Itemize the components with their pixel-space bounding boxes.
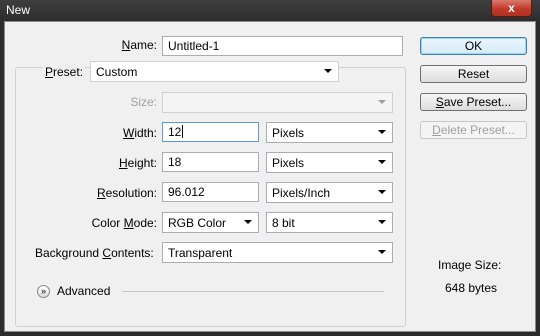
height-unit-value: Pixels <box>272 156 305 170</box>
image-size-value: 648 bytes <box>445 281 498 295</box>
text-cursor <box>182 125 184 138</box>
width-label: Width: <box>122 126 157 140</box>
window-title: New <box>6 3 31 17</box>
dialog-body: Name: Untitled-1 Preset: Custom Size: Wi… <box>4 21 536 332</box>
chevron-down-icon <box>378 160 386 164</box>
chevron-down-icon <box>378 130 386 134</box>
width-value: 12 <box>168 125 182 139</box>
delete-preset-button: Delete Preset... <box>420 121 527 139</box>
chevron-double-down-icon[interactable]: » <box>37 285 50 298</box>
resolution-unit-value: Pixels/Inch <box>272 186 331 200</box>
background-contents-value: Transparent <box>168 246 233 260</box>
color-mode-select[interactable]: RGB Color <box>162 212 259 233</box>
name-label: Name: <box>121 38 157 52</box>
width-unit-value: Pixels <box>272 126 305 140</box>
name-field[interactable]: Untitled-1 <box>162 36 403 56</box>
close-button[interactable]: x <box>491 0 532 17</box>
chevron-down-icon <box>324 69 332 73</box>
resolution-field[interactable]: 96.012 <box>162 182 259 202</box>
advanced-divider <box>122 291 384 292</box>
size-label: Size: <box>130 95 157 109</box>
resolution-unit-select[interactable]: Pixels/Inch <box>266 182 393 203</box>
chevron-down-icon <box>378 190 386 194</box>
advanced-label[interactable]: Advanced <box>57 284 110 298</box>
title-bar[interactable]: New x <box>0 0 540 20</box>
width-field[interactable]: 12 <box>162 122 259 142</box>
width-unit-select[interactable]: Pixels <box>266 122 393 143</box>
height-unit-select[interactable]: Pixels <box>266 152 393 173</box>
reset-button[interactable]: Reset <box>420 65 527 83</box>
background-contents-select[interactable]: Transparent <box>162 242 393 263</box>
preset-label: Preset: <box>43 65 86 79</box>
bit-depth-select[interactable]: 8 bit <box>266 212 393 233</box>
background-contents-label: Background Contents: <box>35 246 154 260</box>
height-label: Height: <box>118 156 157 170</box>
color-mode-value: RGB Color <box>168 216 227 230</box>
size-select[interactable] <box>162 92 393 113</box>
chevron-down-icon <box>378 100 386 104</box>
close-icon: x <box>508 1 515 15</box>
preset-select[interactable]: Custom <box>90 61 339 82</box>
chevron-down-icon <box>244 220 252 224</box>
image-size-label: Image Size: <box>438 258 502 272</box>
color-mode-label: Color Mode: <box>91 216 157 230</box>
chevron-down-icon <box>378 250 386 254</box>
preset-value: Custom <box>96 65 138 79</box>
ok-button[interactable]: OK <box>420 37 527 55</box>
chevron-down-icon <box>378 220 386 224</box>
height-field[interactable]: 18 <box>162 152 259 172</box>
save-preset-button[interactable]: Save Preset... <box>420 93 527 111</box>
bit-depth-value: 8 bit <box>272 216 295 230</box>
resolution-label: Resolution: <box>96 186 157 200</box>
